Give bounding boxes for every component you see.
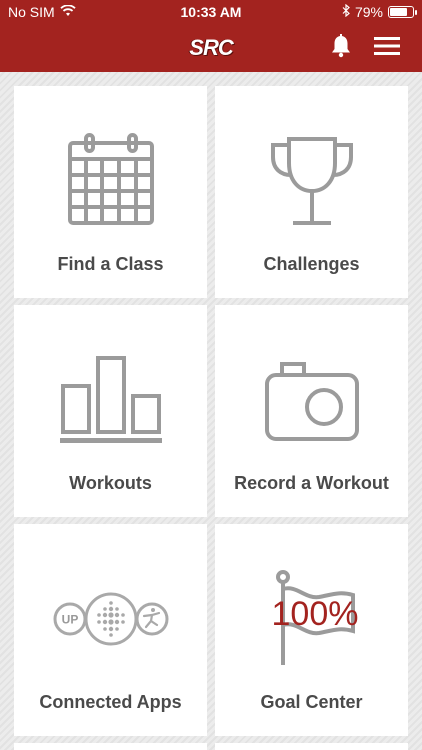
status-bar: No SIM 10:33 AM 79% (0, 0, 422, 24)
tile-partial-left[interactable] (14, 743, 207, 750)
hamburger-menu-icon[interactable] (374, 36, 400, 61)
trophy-icon (270, 137, 353, 225)
battery-icon (388, 6, 417, 18)
camera-icon (264, 362, 359, 441)
tile-find-a-class[interactable]: Find a Class (14, 86, 207, 298)
bell-icon[interactable] (330, 33, 352, 63)
app-logo[interactable]: SRC (189, 35, 233, 61)
tile-challenges[interactable]: Challenges (215, 86, 408, 298)
goal-percent: 100% (271, 595, 358, 633)
calendar-icon (67, 133, 154, 225)
tile-label: Find a Class (57, 254, 164, 274)
tile-label: Connected Apps (39, 692, 182, 712)
carrier-label: No SIM (8, 4, 55, 20)
tile-label: Challenges (263, 254, 360, 274)
bluetooth-icon (342, 3, 350, 20)
tile-label: Goal Center (260, 692, 363, 712)
tile-partial-right[interactable] (215, 743, 408, 750)
connected-apps-icon: UP (53, 592, 168, 646)
tile-label: Workouts (69, 473, 152, 493)
bar-chart-icon (59, 356, 162, 443)
app-header: SRC (0, 24, 422, 72)
up-app-badge: UP (61, 613, 78, 627)
tile-record-a-workout[interactable]: Record a Workout (215, 305, 408, 517)
tile-goal-center[interactable]: 100% Goal Center (215, 524, 408, 736)
wifi-icon (60, 4, 76, 20)
goal-flag-icon: 100% (271, 570, 358, 665)
tile-workouts[interactable]: Workouts (14, 305, 207, 517)
tile-connected-apps[interactable]: UP Connected Apps (14, 524, 207, 736)
tile-label: Record a Workout (234, 473, 389, 493)
battery-percent: 79% (354, 4, 383, 20)
